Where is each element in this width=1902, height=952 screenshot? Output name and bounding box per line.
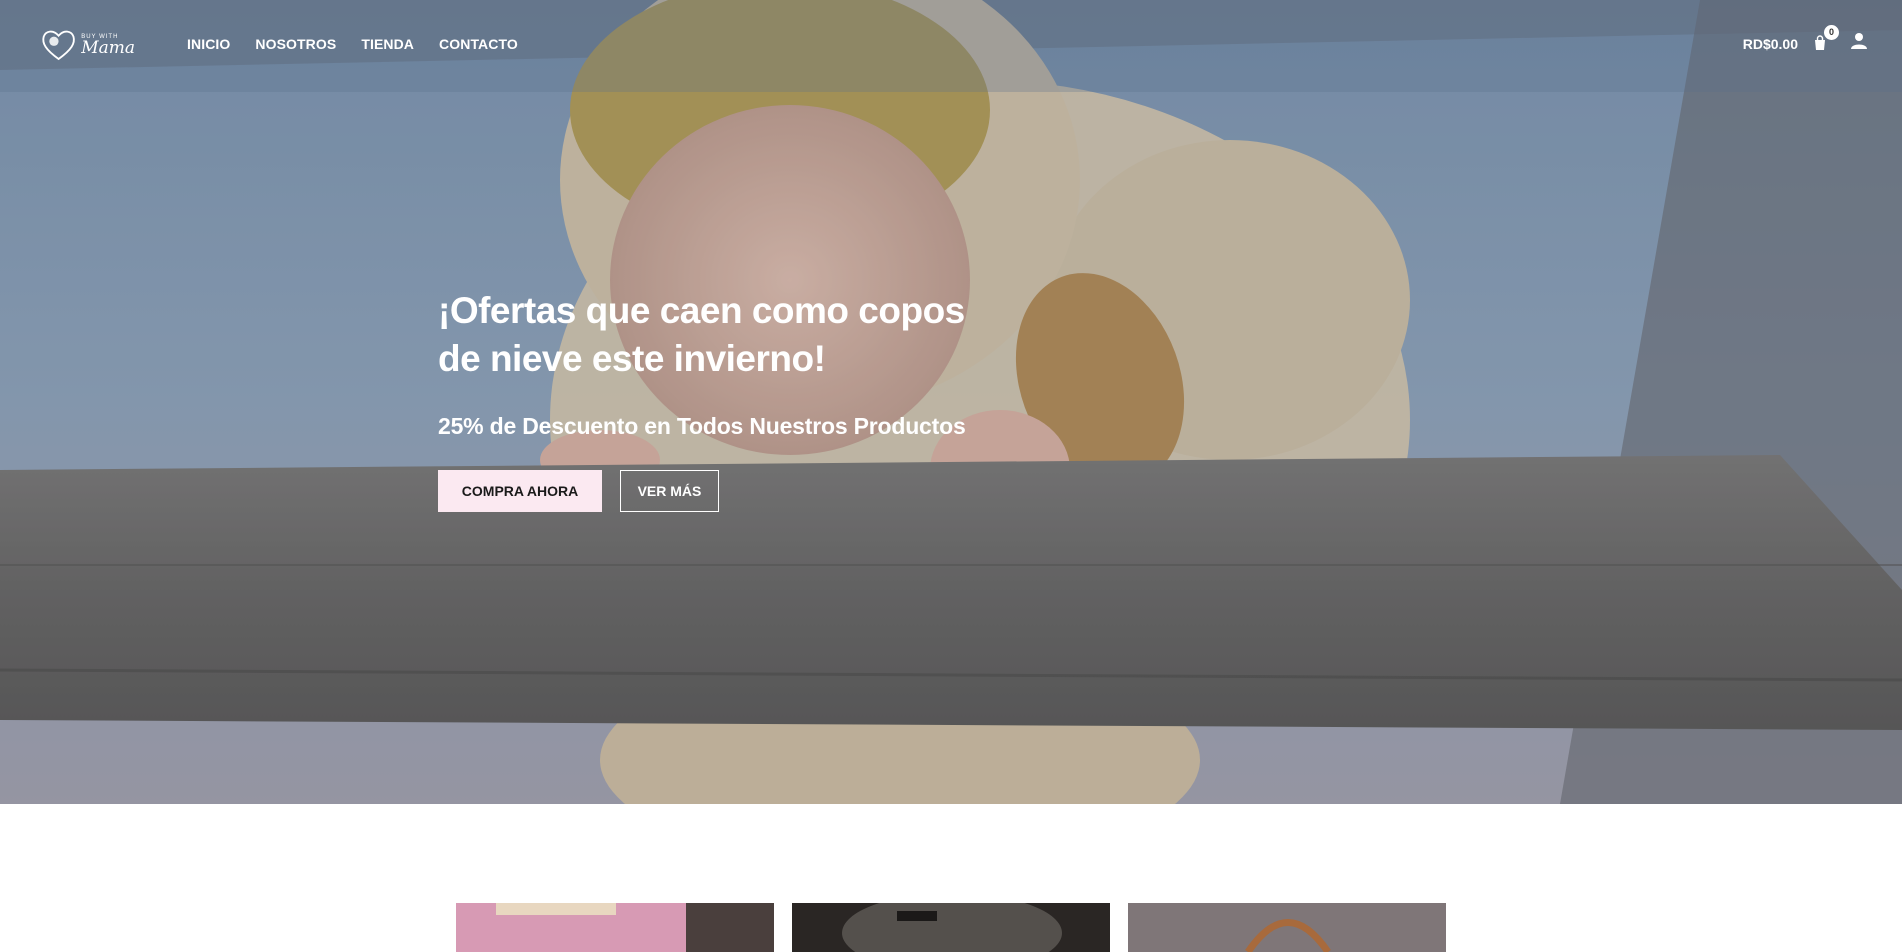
product-image xyxy=(1128,903,1446,952)
nav-item-nosotros[interactable]: NOSOTROS xyxy=(255,36,336,52)
cart-count-badge: 0 xyxy=(1824,24,1839,40)
site-header: BUY WITH Mama INICIO NOSOTROS TIENDA CON… xyxy=(0,0,1902,92)
header-actions: RD$0.00 0 xyxy=(1743,24,1868,55)
nav-item-contacto[interactable]: CONTACTO xyxy=(439,36,518,52)
hero-title-line-1: ¡Ofertas que caen como copos xyxy=(438,290,965,331)
hero-content: ¡Ofertas que caen como copos de nieve es… xyxy=(438,287,998,512)
nav-item-tienda[interactable]: TIENDA xyxy=(361,36,414,52)
product-card-image[interactable] xyxy=(1128,903,1446,952)
account-button[interactable] xyxy=(1850,32,1868,55)
heart-logo-icon xyxy=(42,30,75,61)
product-image xyxy=(792,903,1110,952)
hero-title-line-2: de nieve este invierno! xyxy=(438,338,826,379)
see-more-button[interactable]: VER MÁS xyxy=(620,470,719,512)
product-card-image[interactable] xyxy=(456,903,774,952)
nav-item-inicio[interactable]: INICIO xyxy=(187,36,230,52)
cart-total[interactable]: RD$0.00 xyxy=(1743,36,1798,52)
product-image xyxy=(456,903,774,952)
product-cards xyxy=(456,903,1446,952)
user-icon xyxy=(1851,33,1867,49)
cart-button[interactable]: 0 xyxy=(1812,24,1839,53)
hero-buttons: COMPRA AHORA VER MÁS xyxy=(438,470,998,512)
main-nav: INICIO NOSOTROS TIENDA CONTACTO xyxy=(187,36,518,52)
product-card-image[interactable] xyxy=(792,903,1110,952)
hero-subtitle: 25% de Descuento en Todos Nuestros Produ… xyxy=(438,413,966,439)
hero-title: ¡Ofertas que caen como copos de nieve es… xyxy=(438,287,998,383)
logo-name: Mama xyxy=(81,37,135,58)
hero-banner: BUY WITH Mama INICIO NOSOTROS TIENDA CON… xyxy=(0,0,1902,804)
site-logo[interactable]: BUY WITH Mama xyxy=(40,26,135,64)
buy-now-button[interactable]: COMPRA AHORA xyxy=(438,470,602,512)
